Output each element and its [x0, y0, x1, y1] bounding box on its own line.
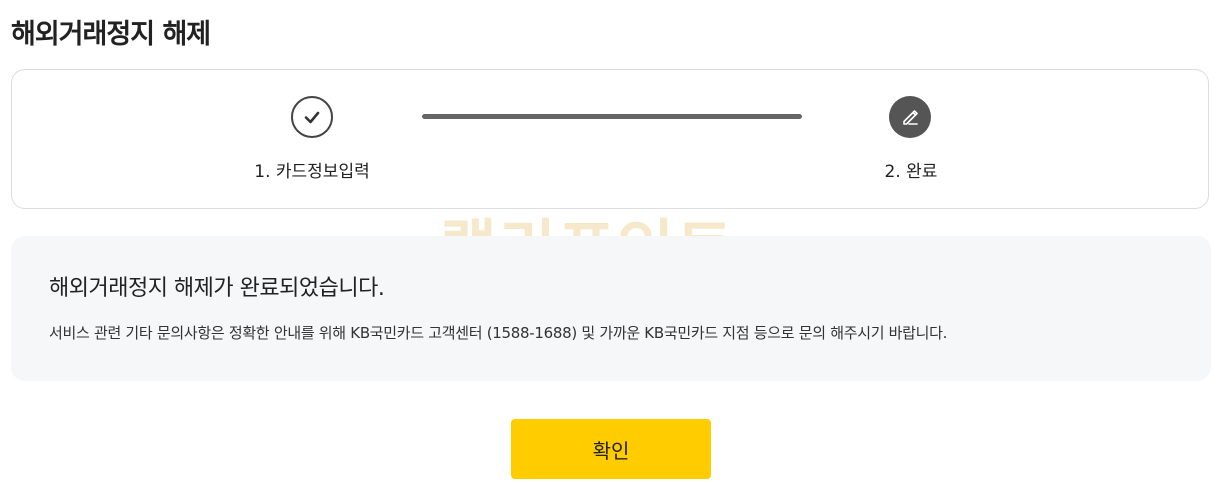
confirm-button[interactable]: 확인	[511, 419, 711, 479]
step-label-card-info: 1. 카드정보입력	[254, 162, 370, 182]
check-circle-icon	[291, 96, 333, 138]
page-title: 해외거래정지 해제	[11, 19, 211, 50]
completion-info-box: 해외거래정지 해제가 완료되었습니다. 서비스 관련 기타 문의사항은 정확한 …	[11, 236, 1211, 381]
step-label-complete: 2. 완료	[884, 162, 938, 182]
step-progress-line	[422, 114, 802, 119]
progress-stepper: 1. 카드정보입력 2. 완료	[11, 69, 1209, 209]
completion-heading: 해외거래정지 해제가 완료되었습니다.	[49, 276, 385, 301]
completion-description: 서비스 관련 기타 문의사항은 정확한 안내를 위해 KB국민카드 고객센터 (…	[49, 324, 948, 342]
pencil-icon	[889, 96, 931, 138]
